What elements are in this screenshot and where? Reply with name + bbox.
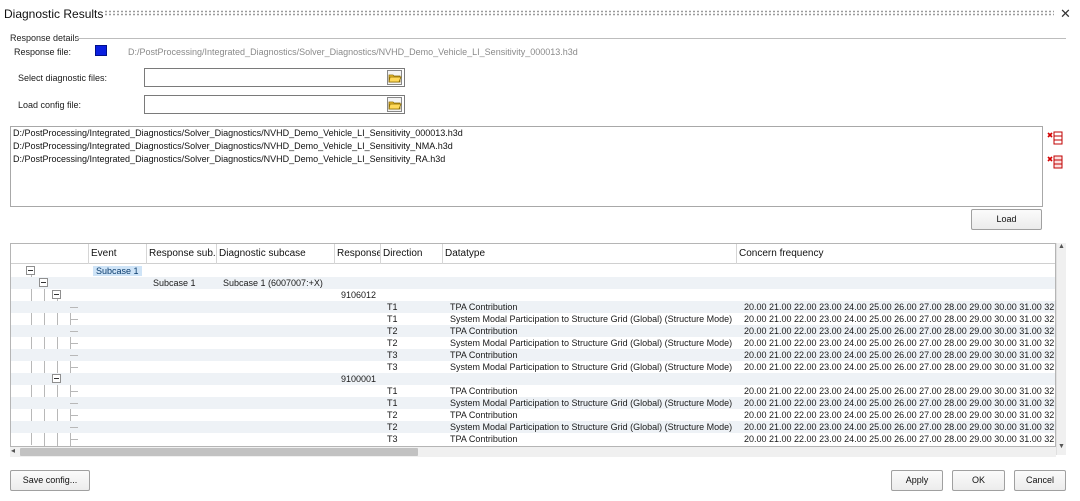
table-row[interactable]: 9106012: [11, 289, 1055, 301]
table-row[interactable]: T1 TPA Contribution 20.00 21.00 22.00 23…: [11, 385, 1056, 397]
direction-cell: T2: [387, 410, 398, 420]
title-bar: Diagnostic Results ✕: [0, 0, 1080, 28]
datatype-cell: System Modal Participation to Structure …: [450, 362, 733, 372]
window-title: Diagnostic Results: [4, 7, 104, 21]
table-row[interactable]: Subcase 1 Subcase 1 (6007007:+X): [11, 277, 1055, 289]
response-file-path: D:/PostProcessing/Integrated_Diagnostics…: [128, 47, 578, 57]
datatype-cell: TPA Contribution: [450, 434, 518, 444]
table-row[interactable]: T1 System Modal Participation to Structu…: [11, 313, 1056, 325]
apply-button[interactable]: Apply: [891, 470, 943, 491]
datatype-cell: System Modal Participation to Structure …: [450, 314, 733, 324]
scroll-down-icon[interactable]: ▼: [1058, 443, 1065, 450]
collapse-icon[interactable]: [52, 290, 61, 299]
table-row[interactable]: T2 TPA Contribution 20.00 21.00 22.00 23…: [11, 325, 1056, 337]
direction-cell: T2: [387, 422, 398, 432]
table-row[interactable]: Subcase 1: [11, 265, 1055, 277]
load-config-label: Load config file:: [18, 100, 82, 110]
diagnostic-file-list[interactable]: D:/PostProcessing/Integrated_Diagnostics…: [10, 126, 1043, 207]
table-header: Event Response sub... Diagnostic subcase…: [11, 244, 1055, 264]
frequency-cell: 20.00 21.00 22.00 23.00 24.00 25.00 26.0…: [744, 434, 1056, 444]
select-diagnostic-label: Select diagnostic files:: [18, 73, 108, 83]
datatype-cell: TPA Contribution: [450, 302, 518, 312]
column-header-response[interactable]: Response: [335, 244, 381, 264]
response-color-swatch[interactable]: [95, 45, 107, 56]
table-row[interactable]: T3 System Modal Participation to Structu…: [11, 361, 1056, 373]
save-config-button[interactable]: Save config...: [10, 470, 90, 491]
frequency-cell: 20.00 21.00 22.00 23.00 24.00 25.00 26.0…: [744, 350, 1056, 360]
cancel-button[interactable]: Cancel: [1014, 470, 1066, 491]
direction-cell: T1: [387, 314, 398, 324]
frequency-cell: 20.00 21.00 22.00 23.00 24.00 25.00 26.0…: [744, 386, 1056, 396]
diagnostic-subcase-cell: Subcase 1 (6007007:+X): [223, 278, 323, 288]
response-details-label: Response details: [10, 33, 80, 43]
column-header-diagnostic-subcase[interactable]: Diagnostic subcase: [217, 244, 335, 264]
list-item[interactable]: D:/PostProcessing/Integrated_Diagnostics…: [11, 127, 1042, 140]
datatype-cell: System Modal Participation to Structure …: [450, 398, 733, 408]
scroll-left-icon[interactable]: ◂: [11, 446, 15, 455]
direction-cell: T3: [387, 362, 398, 372]
datatype-cell: TPA Contribution: [450, 326, 518, 336]
table-row[interactable]: T1 System Modal Participation to Structu…: [11, 397, 1056, 409]
frequency-cell: 20.00 21.00 22.00 23.00 24.00 25.00 26.0…: [744, 410, 1056, 420]
column-header-event[interactable]: Event: [89, 244, 147, 264]
table-row[interactable]: T1 TPA Contribution 20.00 21.00 22.00 23…: [11, 301, 1056, 313]
datatype-cell: TPA Contribution: [450, 410, 518, 420]
column-header-concern-frequency[interactable]: Concern frequency: [737, 244, 1055, 264]
load-button[interactable]: Load: [971, 209, 1042, 230]
direction-cell: T2: [387, 326, 398, 336]
table-row[interactable]: T3 TPA Contribution 20.00 21.00 22.00 23…: [11, 433, 1056, 445]
frequency-cell: 20.00 21.00 22.00 23.00 24.00 25.00 26.0…: [744, 302, 1056, 312]
direction-cell: T3: [387, 434, 398, 444]
table-row[interactable]: T2 System Modal Participation to Structu…: [11, 421, 1056, 433]
direction-cell: T3: [387, 350, 398, 360]
datatype-cell: TPA Contribution: [450, 350, 518, 360]
response-cell: 9100001: [341, 374, 377, 384]
list-item[interactable]: D:/PostProcessing/Integrated_Diagnostics…: [11, 140, 1042, 153]
table-row[interactable]: T2 System Modal Participation to Structu…: [11, 337, 1056, 349]
frequency-cell: 20.00 21.00 22.00 23.00 24.00 25.00 26.0…: [744, 314, 1056, 324]
direction-cell: T1: [387, 398, 398, 408]
frequency-cell: 20.00 21.00 22.00 23.00 24.00 25.00 26.0…: [744, 398, 1056, 408]
close-icon[interactable]: ✕: [1060, 6, 1071, 22]
horizontal-scrollbar[interactable]: ◂: [10, 446, 1056, 457]
collapse-icon[interactable]: [52, 374, 61, 383]
select-diagnostic-input[interactable]: [144, 68, 405, 87]
event-subcase-label: Subcase 1: [93, 266, 142, 276]
list-item[interactable]: D:/PostProcessing/Integrated_Diagnostics…: [11, 153, 1042, 166]
remove-all-files-icon[interactable]: [1047, 155, 1063, 169]
table-row[interactable]: T2 TPA Contribution 20.00 21.00 22.00 23…: [11, 409, 1056, 421]
direction-cell: T1: [387, 302, 398, 312]
frequency-cell: 20.00 21.00 22.00 23.00 24.00 25.00 26.0…: [744, 362, 1056, 372]
frequency-cell: 20.00 21.00 22.00 23.00 24.00 25.00 26.0…: [744, 338, 1056, 348]
column-header-response-subcase[interactable]: Response sub...: [147, 244, 217, 264]
folder-open-icon[interactable]: [387, 70, 402, 85]
response-cell: 9106012: [341, 290, 377, 300]
table-row[interactable]: T3 TPA Contribution 20.00 21.00 22.00 23…: [11, 349, 1056, 361]
ok-button[interactable]: OK: [952, 470, 1005, 491]
results-table[interactable]: Event Response sub... Diagnostic subcase…: [10, 243, 1056, 447]
direction-cell: T1: [387, 386, 398, 396]
frequency-cell: 20.00 21.00 22.00 23.00 24.00 25.00 26.0…: [744, 326, 1056, 336]
table-row[interactable]: 9100001: [11, 373, 1055, 385]
frequency-cell: 20.00 21.00 22.00 23.00 24.00 25.00 26.0…: [744, 422, 1056, 432]
datatype-cell: TPA Contribution: [450, 386, 518, 396]
folder-open-icon[interactable]: [387, 97, 402, 112]
load-config-input[interactable]: [144, 95, 405, 114]
scroll-up-icon[interactable]: ▲: [1058, 243, 1065, 250]
drag-grip[interactable]: [104, 10, 1054, 16]
column-header-direction[interactable]: Direction: [381, 244, 443, 264]
collapse-icon[interactable]: [26, 266, 35, 275]
datatype-cell: System Modal Participation to Structure …: [450, 338, 733, 348]
remove-file-icon[interactable]: [1047, 131, 1063, 145]
scroll-thumb[interactable]: [20, 448, 418, 456]
response-file-label: Response file:: [14, 47, 72, 57]
tree-column-header[interactable]: [11, 244, 89, 264]
collapse-icon[interactable]: [39, 278, 48, 287]
vertical-scrollbar[interactable]: ▲ ▼: [1056, 243, 1066, 455]
response-subcase-cell: Subcase 1: [153, 278, 196, 288]
column-header-datatype[interactable]: Datatype: [443, 244, 737, 264]
direction-cell: T2: [387, 338, 398, 348]
datatype-cell: System Modal Participation to Structure …: [450, 422, 733, 432]
group-divider: [76, 38, 1066, 39]
